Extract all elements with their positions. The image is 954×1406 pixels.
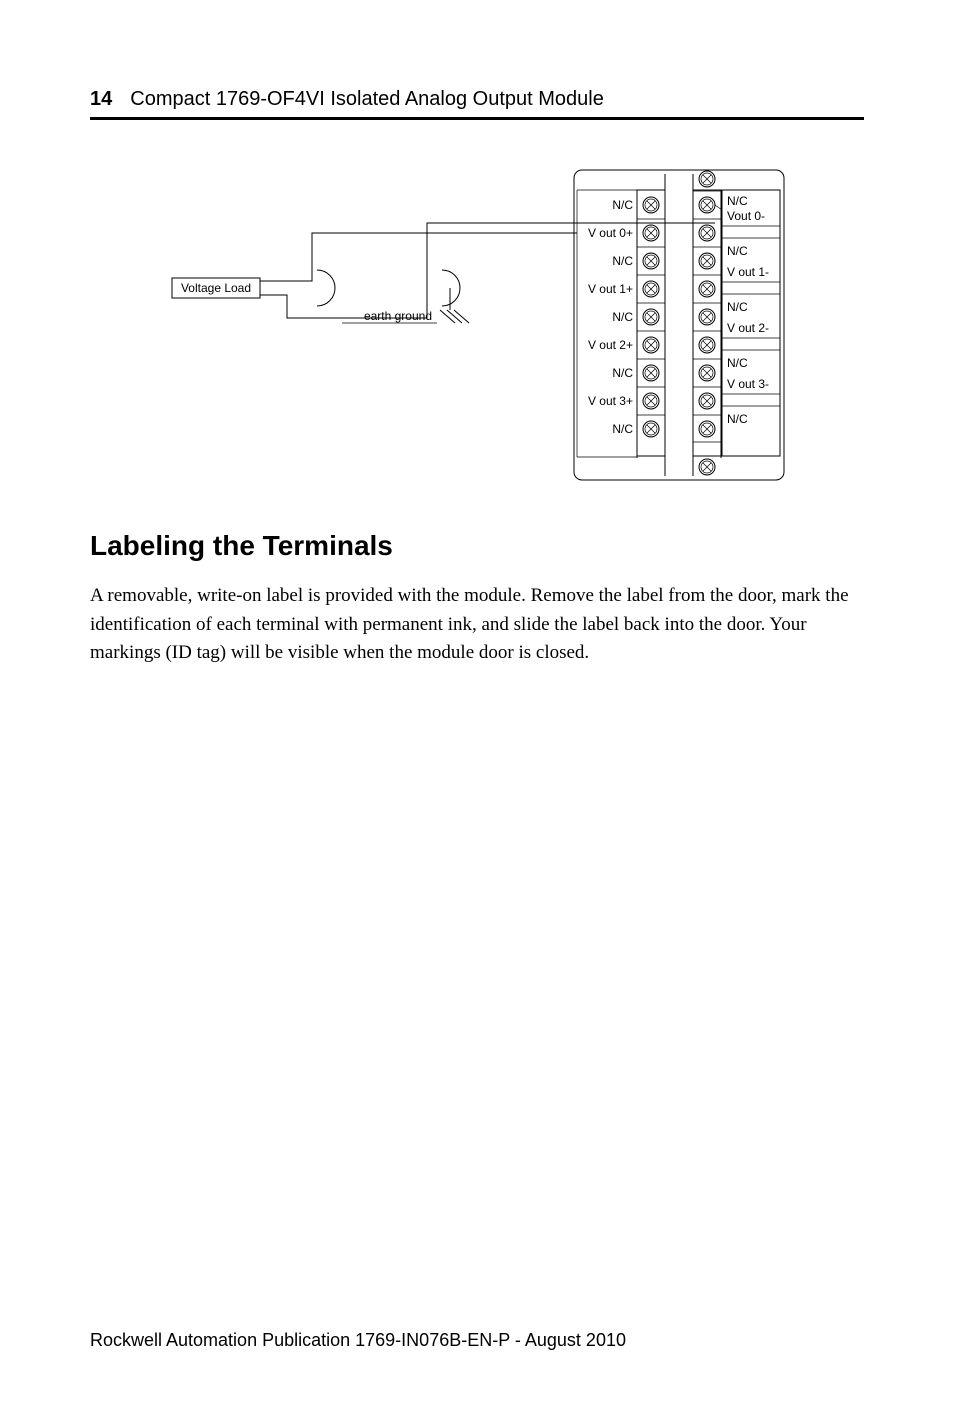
left-terminal-labels: N/C V out 0+ N/C V out 1+ N/C V out 2+ N… — [588, 198, 633, 436]
voltage-load-label: Voltage Load — [181, 281, 251, 295]
label-right-0: N/C — [727, 194, 748, 208]
page-number: 14 — [90, 88, 112, 111]
label-left-2: N/C — [612, 254, 633, 268]
label-left-7: V out 3+ — [588, 394, 633, 408]
label-right-7: V out 3- — [727, 377, 769, 391]
earth-ground-label: earth ground — [364, 309, 432, 323]
label-left-5: V out 2+ — [588, 338, 633, 352]
section-paragraph: A removable, write-on label is provided … — [90, 582, 864, 668]
left-terminal-col — [643, 197, 659, 437]
label-left-6: N/C — [612, 366, 633, 380]
document-title: Compact 1769-OF4VI Isolated Analog Outpu… — [130, 88, 604, 111]
label-right-4: N/C — [727, 300, 748, 314]
label-right-1: Vout 0- — [727, 209, 765, 223]
wiring-diagram: N/C V out 0+ N/C V out 1+ N/C V out 2+ N… — [137, 160, 817, 490]
page-footer: Rockwell Automation Publication 1769-IN0… — [90, 1330, 626, 1351]
section-heading: Labeling the Terminals — [90, 530, 864, 562]
page-header: 14 Compact 1769-OF4VI Isolated Analog Ou… — [90, 88, 864, 120]
label-left-8: N/C — [612, 422, 633, 436]
label-left-3: V out 1+ — [588, 282, 633, 296]
label-left-0: N/C — [612, 198, 633, 212]
label-right-8: N/C — [727, 412, 748, 426]
right-terminal-col — [699, 171, 715, 475]
label-left-1: V out 0+ — [588, 226, 633, 240]
right-terminal-labels: N/C Vout 0- N/C V out 1- N/C V out 2- N/… — [727, 194, 769, 426]
label-left-4: N/C — [612, 310, 633, 324]
label-right-3: V out 1- — [727, 265, 769, 279]
wiring-diagram-container: N/C V out 0+ N/C V out 1+ N/C V out 2+ N… — [90, 160, 864, 490]
label-right-2: N/C — [727, 244, 748, 258]
label-right-6: N/C — [727, 356, 748, 370]
label-right-5: V out 2- — [727, 321, 769, 335]
